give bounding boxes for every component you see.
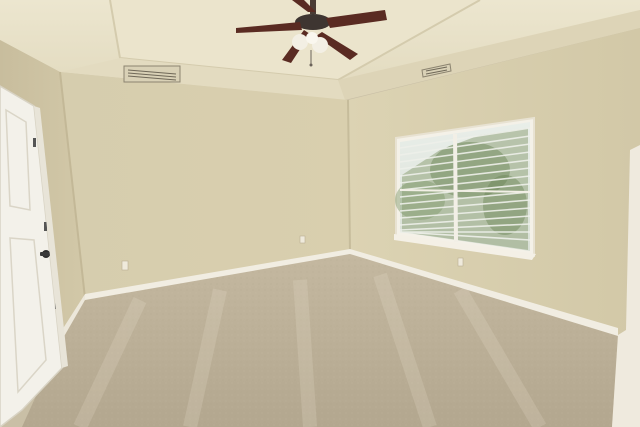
outlet-back bbox=[121, 260, 129, 271]
switch-plate bbox=[299, 235, 306, 244]
bedroom-scene bbox=[0, 0, 640, 427]
room-illustration bbox=[0, 0, 640, 427]
vent-icon bbox=[123, 65, 181, 83]
window-with-blinds bbox=[394, 116, 536, 260]
outlet-right bbox=[457, 257, 464, 267]
